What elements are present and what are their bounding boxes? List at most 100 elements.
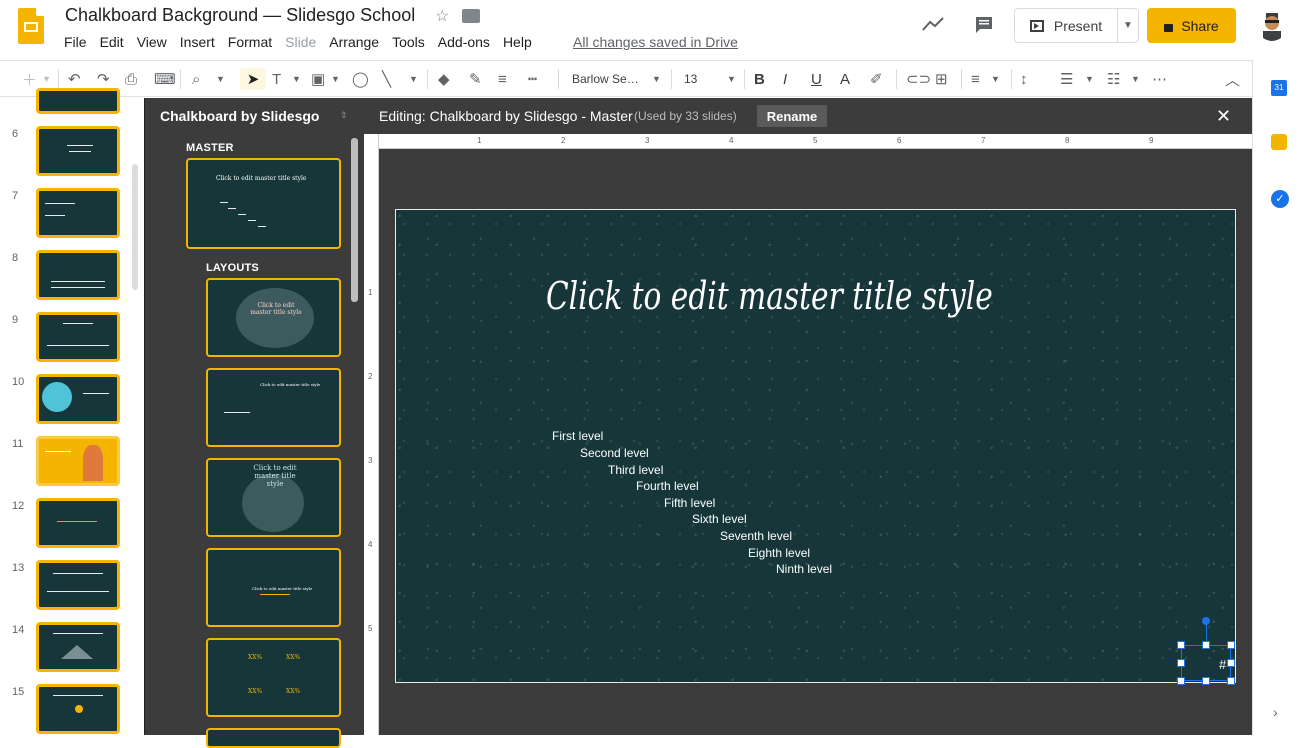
- fill-color-icon[interactable]: ◆: [438, 68, 450, 90]
- body-level-6[interactable]: Sixth level: [692, 512, 747, 526]
- present-options-dropdown[interactable]: ▼: [1117, 8, 1139, 43]
- rename-button[interactable]: Rename: [757, 105, 827, 127]
- menu-insert[interactable]: Insert: [180, 34, 215, 50]
- slide-thumbnail[interactable]: [36, 374, 120, 424]
- chevron-down-icon[interactable]: ▼: [652, 68, 661, 90]
- close-icon[interactable]: ✕: [1216, 106, 1231, 127]
- undo-icon[interactable]: ↶: [68, 68, 81, 90]
- slide-thumbnail[interactable]: [36, 88, 120, 114]
- menu-arrange[interactable]: Arrange: [329, 34, 379, 50]
- layout-thumbnail[interactable]: Click to edit master title style: [206, 548, 341, 627]
- body-level-4[interactable]: Fourth level: [636, 479, 699, 493]
- slide-thumbnail[interactable]: [36, 560, 120, 610]
- border-weight-icon[interactable]: ≡: [498, 68, 507, 90]
- more-options-icon[interactable]: ⋯: [1152, 68, 1167, 90]
- image-icon[interactable]: ▣: [311, 68, 325, 90]
- resize-handle[interactable]: [1227, 677, 1235, 685]
- layout-thumbnail[interactable]: Click to edit master title style: [206, 368, 341, 447]
- slide-thumbnail[interactable]: [36, 126, 120, 176]
- bulleted-list-icon[interactable]: ☷: [1107, 68, 1120, 90]
- line-spacing-icon[interactable]: ↕: [1020, 68, 1028, 90]
- bold-icon[interactable]: B: [754, 68, 765, 90]
- chevron-down-icon[interactable]: ▼: [331, 68, 340, 90]
- body-level-9[interactable]: Ninth level: [776, 562, 832, 576]
- redo-icon[interactable]: ↷: [97, 68, 110, 90]
- slide-thumbnail[interactable]: [36, 250, 120, 300]
- layout-thumbnail[interactable]: Click to edit master title style: [206, 278, 341, 357]
- border-color-icon[interactable]: ✎: [469, 68, 482, 90]
- chevron-up-down-icon[interactable]: ⇕: [340, 110, 348, 121]
- horizontal-ruler[interactable]: 1 2 3 4 5 6 7 8 9: [379, 134, 1252, 149]
- print-icon[interactable]: ⎙: [125, 68, 137, 90]
- link-icon[interactable]: ⊂⊃: [906, 68, 931, 90]
- numbered-list-icon[interactable]: ☰: [1060, 68, 1073, 90]
- rotate-handle[interactable]: [1202, 617, 1210, 625]
- slides-logo-icon[interactable]: [18, 8, 44, 44]
- chevron-down-icon[interactable]: ▼: [727, 68, 736, 90]
- slide-thumbnail[interactable]: [36, 498, 120, 548]
- filmstrip-scrollbar[interactable]: [132, 164, 138, 290]
- folder-icon[interactable]: [462, 9, 480, 23]
- border-dash-icon[interactable]: ┅: [528, 68, 537, 90]
- layout-thumbnail[interactable]: Click to edit master title style: [206, 458, 341, 537]
- resize-handle[interactable]: [1202, 677, 1210, 685]
- chevron-down-icon[interactable]: ▼: [1085, 68, 1094, 90]
- calendar-icon[interactable]: 31: [1271, 80, 1287, 96]
- underline-icon[interactable]: U: [811, 68, 822, 90]
- new-slide-icon[interactable]: ＋: [22, 68, 37, 90]
- font-size-select[interactable]: 13: [684, 68, 697, 90]
- layouts-scrollbar[interactable]: [351, 138, 358, 302]
- shape-icon[interactable]: ◯: [352, 68, 369, 90]
- chevron-down-icon[interactable]: ▼: [216, 68, 225, 90]
- body-level-3[interactable]: Third level: [608, 463, 663, 477]
- slide-thumbnail[interactable]: [36, 436, 120, 486]
- document-title[interactable]: Chalkboard Background — Slidesgo School: [65, 5, 415, 26]
- slide-thumbnail[interactable]: [36, 188, 120, 238]
- menu-tools[interactable]: Tools: [392, 34, 425, 50]
- tasks-icon[interactable]: ✓: [1271, 190, 1289, 208]
- layout-thumbnail[interactable]: XX% XX% XX% XX%: [206, 638, 341, 717]
- vertical-ruler[interactable]: 1 2 3 4 5: [364, 134, 379, 735]
- text-box-icon[interactable]: T: [272, 68, 281, 90]
- menu-edit[interactable]: Edit: [100, 34, 124, 50]
- body-level-2[interactable]: Second level: [580, 446, 649, 460]
- menu-file[interactable]: File: [64, 34, 87, 50]
- resize-handle[interactable]: [1177, 677, 1185, 685]
- chevron-down-icon[interactable]: ▼: [292, 68, 301, 90]
- menu-addons[interactable]: Add-ons: [438, 34, 490, 50]
- text-color-icon[interactable]: A: [840, 68, 850, 90]
- chevron-down-icon[interactable]: ▼: [42, 68, 51, 90]
- layout-thumbnail[interactable]: [206, 728, 341, 748]
- zoom-icon[interactable]: ⌕: [192, 68, 200, 90]
- body-level-1[interactable]: First level: [552, 429, 603, 443]
- star-icon[interactable]: ☆: [435, 6, 449, 26]
- master-title-placeholder[interactable]: Click to edit master title style: [546, 274, 993, 318]
- save-status-link[interactable]: All changes saved in Drive: [573, 34, 738, 50]
- italic-icon[interactable]: I: [783, 68, 787, 90]
- share-button[interactable]: Share: [1147, 8, 1236, 43]
- select-cursor-icon[interactable]: ➤: [240, 68, 266, 90]
- highlight-color-icon[interactable]: ✐: [870, 68, 883, 90]
- expand-panel-icon[interactable]: ›: [1273, 704, 1278, 720]
- body-level-7[interactable]: Seventh level: [720, 529, 792, 543]
- body-level-8[interactable]: Eighth level: [748, 546, 810, 560]
- paint-format-icon[interactable]: ⌨: [154, 68, 176, 90]
- keep-icon[interactable]: [1271, 134, 1287, 150]
- font-family-select[interactable]: Barlow Se…: [572, 68, 639, 90]
- slide-master-canvas[interactable]: Click to edit master title style First l…: [395, 209, 1236, 685]
- avatar[interactable]: [1257, 9, 1287, 41]
- slide-thumbnail[interactable]: [36, 684, 120, 734]
- menu-help[interactable]: Help: [503, 34, 532, 50]
- chevron-down-icon[interactable]: ▼: [1131, 68, 1140, 90]
- resize-handle[interactable]: [1227, 641, 1235, 649]
- body-level-5[interactable]: Fifth level: [664, 496, 715, 510]
- present-button[interactable]: Present: [1014, 8, 1118, 43]
- menu-format[interactable]: Format: [228, 34, 272, 50]
- align-icon[interactable]: ≡: [971, 68, 980, 90]
- chevron-down-icon[interactable]: ▼: [409, 68, 418, 90]
- resize-handle[interactable]: [1202, 641, 1210, 649]
- comments-icon[interactable]: [974, 15, 994, 35]
- line-icon[interactable]: ╲: [382, 68, 391, 90]
- chevron-down-icon[interactable]: ▼: [991, 68, 1000, 90]
- menu-view[interactable]: View: [137, 34, 167, 50]
